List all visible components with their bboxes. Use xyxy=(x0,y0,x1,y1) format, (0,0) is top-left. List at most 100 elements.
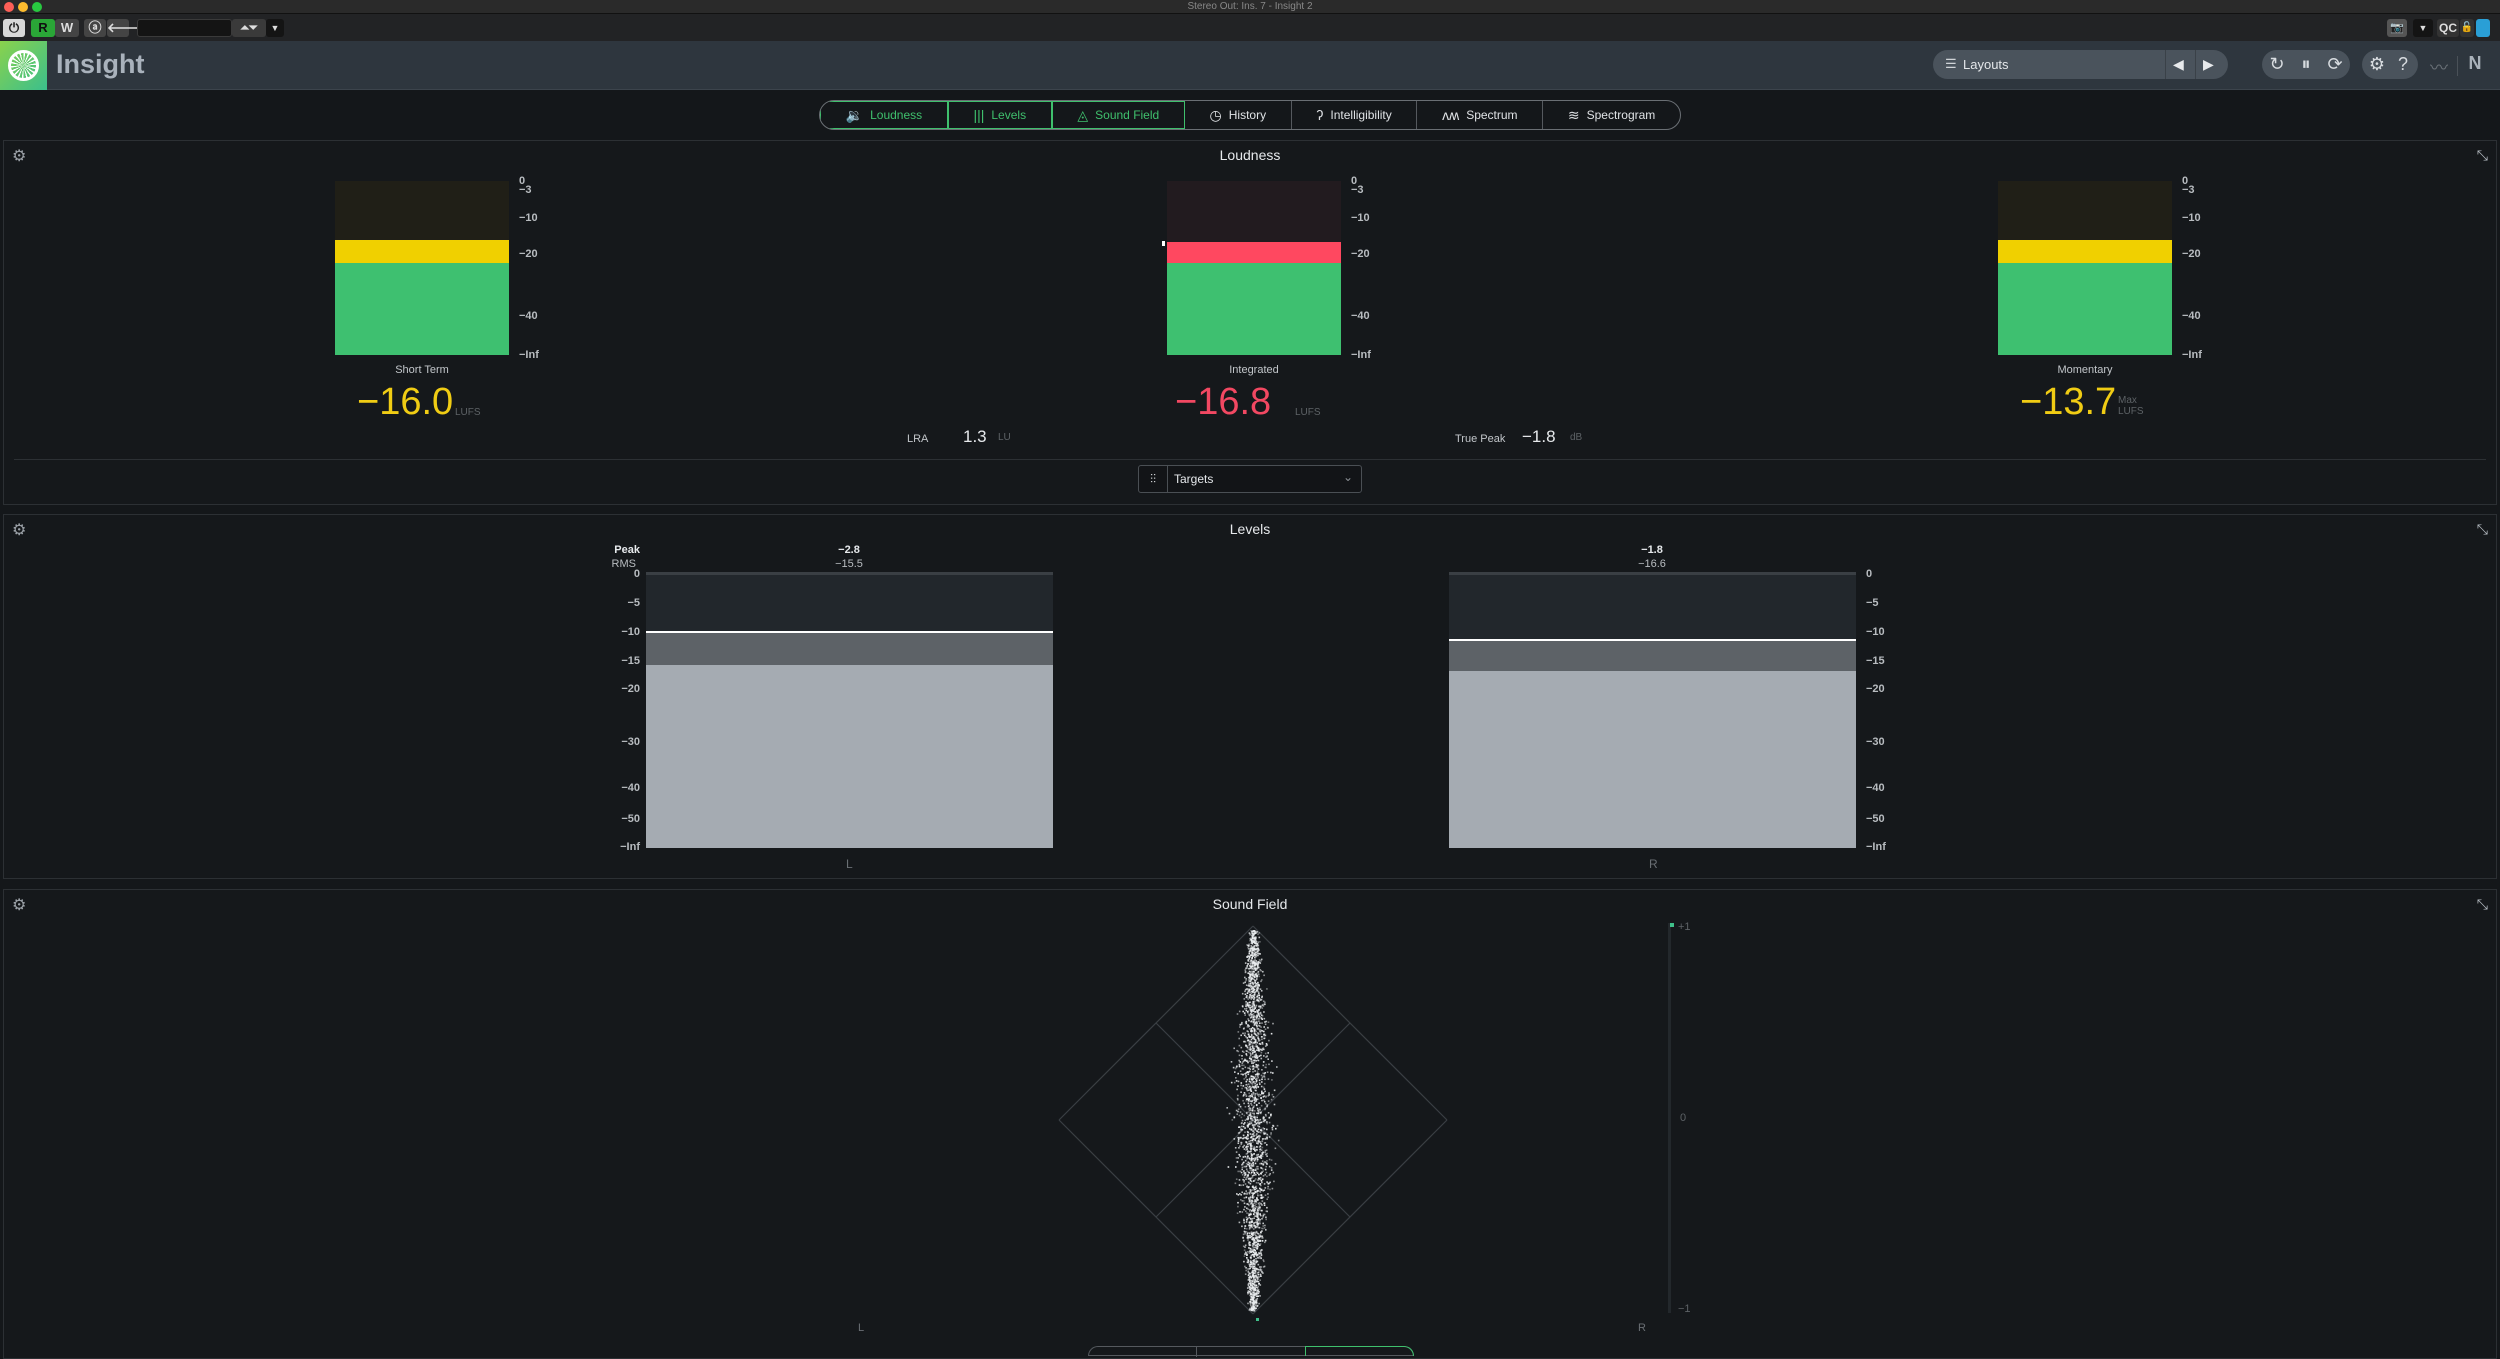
sample-point xyxy=(1261,1240,1264,1242)
camera-icon: 📷 xyxy=(2390,22,2404,34)
level-meter-r xyxy=(1449,572,1856,848)
back-button[interactable]: 🡐 xyxy=(107,19,142,37)
read-automation-button[interactable]: R xyxy=(31,19,55,37)
sample-point xyxy=(1258,973,1260,976)
sample-point xyxy=(1246,1175,1249,1178)
sample-point xyxy=(1248,956,1251,959)
sample-point xyxy=(1246,1158,1248,1160)
sound-field-mode-active[interactable] xyxy=(1305,1346,1414,1356)
sample-point xyxy=(1259,1268,1262,1270)
power-button[interactable]: ⏻ xyxy=(3,19,25,37)
tab-loudness[interactable]: 🔉 Loudness xyxy=(820,101,948,129)
sample-point xyxy=(1247,955,1249,957)
preset-field[interactable] xyxy=(137,19,232,37)
sample-point xyxy=(1251,1309,1254,1312)
sample-point xyxy=(1257,1263,1260,1266)
levels-expand-button[interactable]: ⤡ xyxy=(2477,521,2488,538)
sample-point xyxy=(1260,1162,1263,1165)
snapshot-dropdown[interactable]: ▼ xyxy=(2413,19,2433,37)
pause-button[interactable]: ⏸ xyxy=(2293,54,2319,75)
sound-field-mode-tabs[interactable] xyxy=(1088,1346,1414,1357)
sample-point xyxy=(1262,1116,1265,1118)
next-layout-button[interactable]: ▶ xyxy=(2203,56,2214,73)
tab-intelligibility[interactable]: ʔ Intelligibility xyxy=(1292,101,1418,129)
sample-point xyxy=(1271,1079,1273,1081)
sample-point xyxy=(1249,1298,1252,1301)
sample-point xyxy=(1252,1203,1254,1205)
sample-point xyxy=(1263,1260,1265,1263)
sample-point xyxy=(1256,1014,1258,1016)
sample-point xyxy=(1241,1211,1244,1213)
sample-point xyxy=(1264,1149,1267,1152)
sample-point xyxy=(1238,1066,1241,1068)
sample-point xyxy=(1248,1277,1250,1279)
sample-point xyxy=(1261,1168,1264,1170)
sample-point xyxy=(1238,1126,1240,1128)
sample-point xyxy=(1254,1215,1257,1217)
level-scale-tick: −15 xyxy=(621,655,640,667)
sample-point xyxy=(1258,1125,1260,1128)
sample-point xyxy=(1248,1114,1251,1117)
sample-point xyxy=(1266,1055,1268,1057)
loudness-expand-button[interactable]: ⤡ xyxy=(2477,147,2488,164)
sample-point xyxy=(1255,1154,1258,1156)
sample-point xyxy=(1256,1070,1259,1072)
preset-dropdown[interactable]: ▼ xyxy=(266,19,284,37)
compare-button[interactable]: ⓐ xyxy=(84,19,106,37)
sample-point xyxy=(1245,979,1247,982)
sample-point xyxy=(1249,947,1252,949)
ni-logo-icon[interactable]: N xyxy=(2462,53,2488,74)
sample-point xyxy=(1255,1004,1258,1007)
sync-button[interactable]: ⟳ xyxy=(2322,54,2348,75)
sample-point xyxy=(1254,1082,1256,1085)
meter-unit: LUFS xyxy=(1295,407,1321,418)
sound-field-right-label: R xyxy=(1638,1322,1646,1334)
sample-point xyxy=(1261,1178,1264,1180)
layouts-dropdown[interactable]: Layouts xyxy=(1963,57,2009,72)
sample-point xyxy=(1250,992,1253,995)
sample-point xyxy=(1254,1045,1257,1048)
sample-point xyxy=(1235,1080,1238,1082)
sample-point xyxy=(1251,1206,1253,1208)
tab-history[interactable]: ◷ History xyxy=(1185,101,1292,129)
preset-prev-next[interactable]: ⏶⏷ xyxy=(232,19,266,37)
sample-point xyxy=(1250,1129,1253,1131)
sample-point xyxy=(1240,1136,1242,1139)
help-button[interactable]: ? xyxy=(2390,54,2416,75)
sample-point xyxy=(1248,1013,1250,1016)
sample-point xyxy=(1266,1121,1268,1123)
prev-layout-button[interactable]: ◀ xyxy=(2173,56,2184,73)
sample-point xyxy=(1251,1176,1254,1179)
targets-dropdown[interactable]: ⫶⫶ Targets ⌄ xyxy=(1138,465,1362,493)
snapshot-button[interactable]: 📷 xyxy=(2387,19,2407,37)
sample-point xyxy=(1264,1194,1267,1196)
sample-point xyxy=(1275,1127,1277,1130)
sample-point xyxy=(1253,1211,1256,1214)
sample-point xyxy=(1247,1071,1249,1073)
tab-spectrum[interactable]: ʌʍ Spectrum xyxy=(1417,101,1544,129)
sample-point xyxy=(1249,1232,1251,1234)
sample-point xyxy=(1237,1050,1240,1053)
tab-spectrogram[interactable]: ≋ Spectrogram xyxy=(1543,101,1680,129)
reset-button[interactable]: ↻ xyxy=(2264,54,2290,75)
sample-point xyxy=(1250,1203,1252,1205)
divider xyxy=(2195,50,2196,79)
tab-sound-field[interactable]: ◬ Sound Field xyxy=(1051,101,1185,129)
track-color-swatch[interactable] xyxy=(2476,19,2490,37)
write-automation-button[interactable]: W xyxy=(55,19,79,37)
sample-point xyxy=(1244,1122,1246,1124)
sample-point xyxy=(1252,1071,1254,1073)
sample-point xyxy=(1237,1194,1240,1196)
qc-button[interactable]: QC xyxy=(2437,19,2459,37)
sound-field-expand-button[interactable]: ⤡ xyxy=(2477,896,2488,913)
lock-button[interactable]: 🔓 xyxy=(2460,19,2474,37)
sample-point xyxy=(1259,1135,1261,1137)
sample-point xyxy=(1249,1052,1252,1054)
settings-button[interactable]: ⚙ xyxy=(2364,54,2390,75)
sample-point xyxy=(1257,1285,1259,1288)
signal-icon[interactable]: 〰 xyxy=(2426,54,2452,80)
sample-point xyxy=(1251,1112,1254,1115)
tab-levels[interactable]: ||| Levels xyxy=(947,101,1052,129)
sample-point xyxy=(1259,1162,1261,1165)
sample-point xyxy=(1256,1215,1258,1217)
